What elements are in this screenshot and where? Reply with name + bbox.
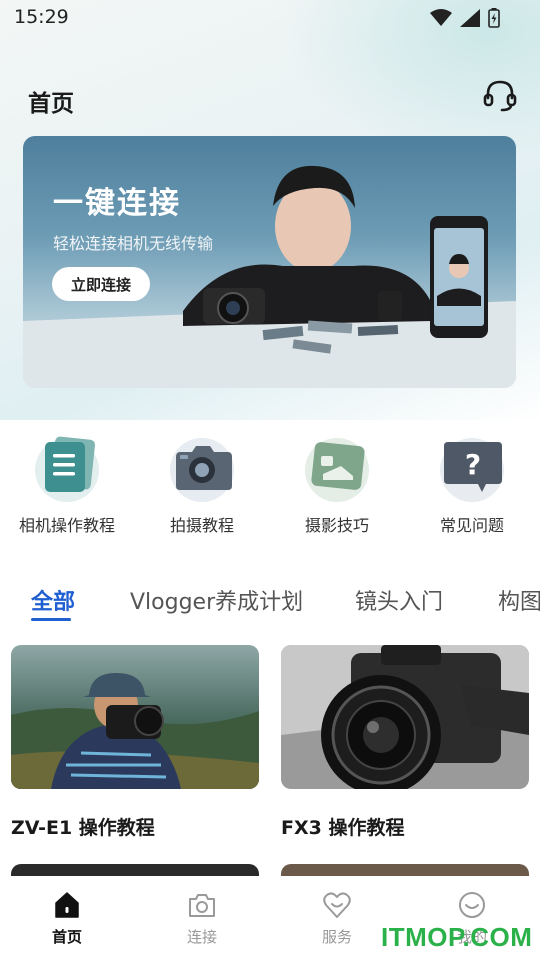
- card-title: ZV-E1 操作教程: [11, 817, 155, 839]
- connect-now-button[interactable]: 立即连接: [52, 267, 150, 301]
- page-title: 首页: [28, 91, 74, 117]
- watermark: ITMOP.COM: [381, 922, 533, 952]
- nav-connect[interactable]: 连接: [157, 890, 247, 947]
- feature-label: 常见问题: [439, 516, 504, 535]
- signal-icon: [460, 9, 480, 27]
- feature-photo-tips[interactable]: 摄影技巧: [272, 430, 402, 536]
- feature-camera-tutorial[interactable]: 相机操作教程: [2, 430, 132, 536]
- svg-text:?: ?: [465, 448, 481, 481]
- nav-label: 连接: [186, 928, 217, 946]
- photo-icon: [305, 438, 369, 502]
- home-icon: [55, 892, 79, 918]
- category-tabs: 全部 Vlogger养成计划 镜头入门 构图: [0, 584, 540, 624]
- camera-connect-icon: [189, 894, 215, 917]
- card-thumbnail: [281, 645, 529, 795]
- status-bar: 15:29: [0, 0, 540, 36]
- feature-label: 拍摄教程: [169, 516, 234, 535]
- nav-label: 服务: [321, 928, 352, 946]
- heart-icon: [323, 892, 351, 918]
- feature-label: 相机操作教程: [18, 516, 115, 535]
- feature-label: 摄影技巧: [304, 516, 369, 535]
- promo-banner[interactable]: 一键连接 轻松连接相机无线传输 立即连接: [23, 136, 516, 388]
- card-title: FX3 操作教程: [281, 817, 405, 839]
- nav-home[interactable]: 首页: [22, 890, 112, 947]
- card-thumbnail: [11, 645, 259, 789]
- status-time: 15:29: [14, 6, 69, 28]
- tab-composition[interactable]: 构图: [498, 584, 540, 616]
- status-icons: [430, 8, 500, 28]
- camera-icon: [170, 438, 234, 502]
- tab-lens-intro[interactable]: 镜头入门: [355, 584, 443, 616]
- headset-icon[interactable]: [482, 78, 518, 114]
- tab-vlogger-plan[interactable]: Vlogger养成计划: [130, 584, 303, 616]
- banner-subtitle: 轻松连接相机无线传输: [53, 234, 214, 253]
- nav-label: 首页: [51, 928, 82, 946]
- battery-icon: [488, 8, 500, 28]
- feature-faq[interactable]: ? 常见问题: [407, 430, 537, 536]
- document-icon: [35, 436, 99, 502]
- question-icon: ?: [440, 438, 504, 502]
- active-tab-indicator: [31, 618, 71, 621]
- tab-all[interactable]: 全部: [31, 584, 75, 616]
- banner-illustration: [23, 165, 516, 388]
- wifi-icon: [430, 9, 452, 26]
- course-card-zve1[interactable]: ZV-E1 操作教程: [11, 645, 259, 840]
- banner-title: 一键连接: [53, 186, 181, 221]
- course-card-fx3[interactable]: FX3 操作教程: [281, 645, 529, 840]
- feature-shooting-tutorial[interactable]: 拍摄教程: [137, 430, 267, 536]
- smile-icon: [459, 892, 485, 918]
- feature-shortcuts: 相机操作教程 拍摄教程 摄影技巧 ? 常见问题: [0, 430, 540, 540]
- nav-service[interactable]: 服务: [292, 890, 382, 947]
